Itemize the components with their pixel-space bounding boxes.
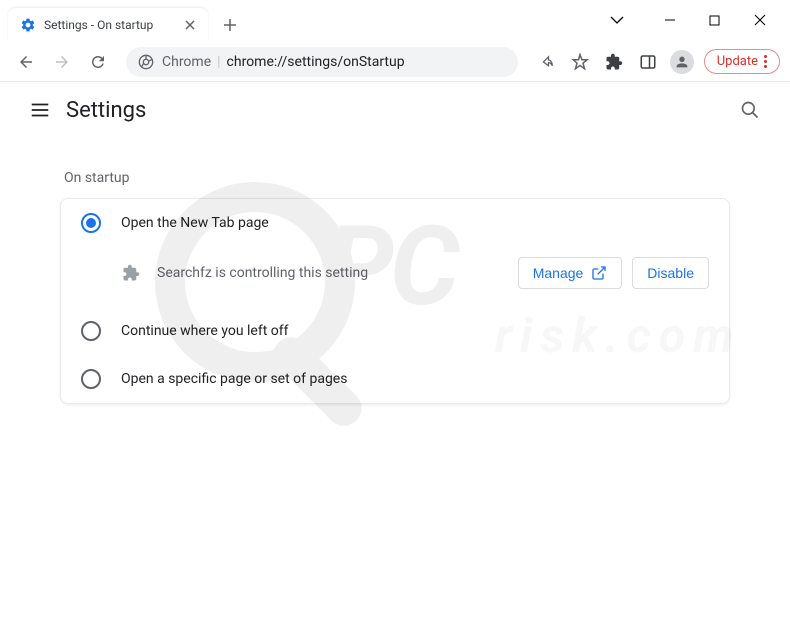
- manage-button[interactable]: Manage: [518, 257, 623, 289]
- browser-toolbar: Chrome | chrome://settings/onStartup Upd…: [0, 42, 790, 82]
- url-separator: |: [217, 54, 220, 70]
- tab-search-button[interactable]: [594, 5, 639, 35]
- menu-dots-icon: [764, 55, 767, 68]
- gear-icon: [20, 17, 36, 33]
- external-link-icon: [591, 265, 607, 281]
- reload-button[interactable]: [82, 46, 114, 78]
- forward-button[interactable]: [46, 46, 78, 78]
- tab-title: Settings - On startup: [44, 18, 182, 32]
- update-button[interactable]: Update: [704, 49, 780, 74]
- notice-actions: Manage Disable: [518, 257, 709, 289]
- window-close-button[interactable]: [737, 5, 782, 35]
- startup-card: Open the New Tab page Searchfz is contro…: [60, 198, 730, 404]
- option-continue[interactable]: Continue where you left off: [61, 307, 729, 355]
- extension-notice: Searchfz is controlling this setting Man…: [61, 247, 729, 307]
- window-titlebar: Settings - On startup: [0, 0, 790, 42]
- update-label: Update: [717, 54, 758, 69]
- url-prefix: Chrome: [162, 54, 211, 70]
- browser-tab[interactable]: Settings - On startup: [8, 8, 208, 42]
- window-controls: [594, 4, 782, 36]
- back-button[interactable]: [10, 46, 42, 78]
- extension-icon: [121, 263, 141, 283]
- window-minimize-button[interactable]: [647, 5, 692, 35]
- chrome-icon: [138, 54, 154, 70]
- radio-icon: [81, 369, 101, 389]
- main-content: On startup Open the New Tab page Searchf…: [0, 138, 790, 420]
- profile-button[interactable]: [666, 46, 698, 78]
- address-bar[interactable]: Chrome | chrome://settings/onStartup: [126, 47, 518, 77]
- extensions-button[interactable]: [598, 46, 630, 78]
- share-button[interactable]: [530, 46, 562, 78]
- option-label: Open the New Tab page: [121, 215, 269, 231]
- disable-button[interactable]: Disable: [632, 257, 709, 289]
- option-specific[interactable]: Open a specific page or set of pages: [61, 355, 729, 403]
- option-label: Open a specific page or set of pages: [121, 371, 347, 387]
- search-button[interactable]: [730, 90, 770, 130]
- sidepanel-button[interactable]: [632, 46, 664, 78]
- avatar-icon: [670, 50, 694, 74]
- disable-label: Disable: [647, 265, 694, 281]
- notice-text: Searchfz is controlling this setting: [157, 265, 518, 281]
- option-new-tab[interactable]: Open the New Tab page: [61, 199, 729, 247]
- menu-button[interactable]: [20, 90, 60, 130]
- new-tab-button[interactable]: [216, 11, 244, 39]
- option-label: Continue where you left off: [121, 323, 289, 339]
- bookmark-button[interactable]: [564, 46, 596, 78]
- page-title: Settings: [66, 98, 146, 123]
- section-title: On startup: [64, 170, 730, 186]
- radio-icon: [81, 213, 101, 233]
- toolbar-actions: Update: [530, 46, 780, 78]
- settings-header: Settings: [0, 82, 790, 138]
- manage-label: Manage: [533, 265, 584, 281]
- url-text: chrome://settings/onStartup: [227, 54, 405, 70]
- tab-close-button[interactable]: [182, 17, 198, 33]
- radio-icon: [81, 321, 101, 341]
- window-maximize-button[interactable]: [692, 5, 737, 35]
